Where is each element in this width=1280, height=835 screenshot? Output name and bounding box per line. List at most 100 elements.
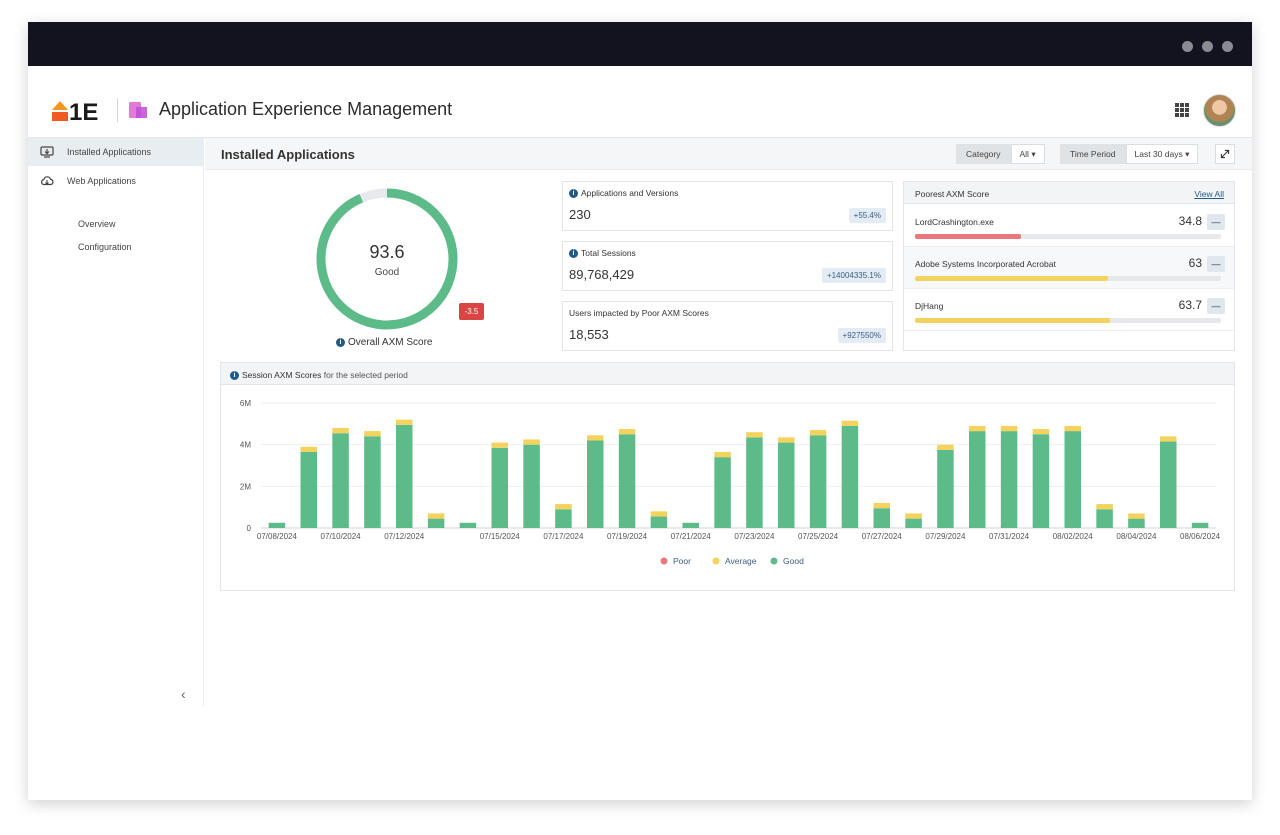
bar-segment-good bbox=[459, 522, 477, 528]
sidebar-item-label: Installed Applications bbox=[67, 147, 152, 157]
sidebar-subitem-configuration[interactable]: Configuration bbox=[78, 242, 132, 252]
chevron-down-icon: ▾ bbox=[1185, 149, 1190, 159]
view-all-link[interactable]: View All bbox=[1194, 189, 1224, 199]
x-tick-label: 08/04/2024 bbox=[1116, 532, 1157, 541]
overall-score-caption: i Overall AXM Score bbox=[336, 337, 432, 348]
page-toolbar: Installed Applications Category All ▾ Tim… bbox=[205, 138, 1252, 170]
x-tick-label: 07/21/2024 bbox=[671, 532, 712, 541]
bar-segment-average bbox=[969, 425, 986, 432]
x-tick-label: 07/19/2024 bbox=[607, 532, 648, 541]
sidebar-subitem-overview[interactable]: Overview bbox=[78, 219, 116, 229]
bar-segment-good bbox=[937, 449, 954, 528]
bar-segment-good bbox=[1032, 434, 1050, 528]
bar-segment-average bbox=[1032, 429, 1050, 435]
bar-segment-average bbox=[650, 511, 668, 517]
page-title: Installed Applications bbox=[221, 147, 355, 162]
info-icon[interactable]: i bbox=[569, 189, 578, 199]
info-icon[interactable]: i bbox=[230, 371, 239, 381]
poorest-panel-title: Poorest AXM Score bbox=[915, 189, 990, 199]
bar-segment-average bbox=[1000, 425, 1018, 432]
app-launcher-grid-icon[interactable] bbox=[1175, 103, 1189, 117]
bar-segment-average bbox=[523, 439, 540, 445]
x-tick-label: 07/31/2024 bbox=[989, 532, 1030, 541]
1e-logo[interactable]: 1E bbox=[52, 98, 108, 122]
stat-card-total-sessions: i Total Sessions 89,768,429 +14004335.1% bbox=[562, 241, 893, 291]
bar-segment-average bbox=[841, 420, 859, 426]
collapse-sidebar-chevron-icon[interactable]: ‹ bbox=[181, 686, 186, 702]
cloud-download-icon bbox=[41, 176, 54, 186]
info-icon[interactable]: i bbox=[336, 337, 345, 347]
bar-segment-average bbox=[1160, 436, 1177, 442]
collapse-row-button[interactable]: — bbox=[1207, 298, 1225, 314]
overall-score-caption-text: Overall AXM Score bbox=[348, 337, 433, 348]
bar-segment-good bbox=[682, 522, 699, 528]
bar-segment-average bbox=[300, 446, 317, 452]
bar-segment-average bbox=[937, 444, 954, 450]
x-tick-label: 08/06/2024 bbox=[1180, 532, 1221, 541]
legend-label-good: Good bbox=[783, 556, 804, 566]
bar-segment-average bbox=[364, 431, 381, 437]
svg-text:1E: 1E bbox=[69, 99, 98, 122]
bar-segment-average bbox=[746, 432, 763, 438]
category-filter[interactable]: Category All ▾ bbox=[956, 144, 1045, 164]
poorest-panel-header: Poorest AXM Score View All bbox=[904, 182, 1234, 204]
score-bar-track bbox=[915, 318, 1221, 323]
bar-segment-good bbox=[1064, 431, 1081, 528]
stat-value: 89,768,429 bbox=[569, 267, 635, 282]
x-tick-label: 07/29/2024 bbox=[925, 532, 966, 541]
chart-header: i Session AXM Scores for the selected per… bbox=[221, 363, 1234, 385]
poorest-row[interactable]: Adobe Systems Incorporated Acrobat 63 — bbox=[904, 247, 1234, 289]
time-period-select-value: Last 30 days bbox=[1134, 149, 1183, 159]
bar-segment-good bbox=[396, 424, 413, 528]
x-tick-label: 07/15/2024 bbox=[480, 532, 521, 541]
app-window: 1E Application Experience Management Ins… bbox=[28, 22, 1252, 800]
user-avatar[interactable] bbox=[1203, 94, 1236, 127]
sidebar: Installed Applications Web Applications … bbox=[28, 138, 204, 706]
sidebar-item-web-applications[interactable]: Web Applications bbox=[28, 167, 204, 195]
time-period-filter[interactable]: Time Period Last 30 days ▾ bbox=[1060, 144, 1199, 164]
poorest-row[interactable]: DjHang 63.7 — bbox=[904, 289, 1234, 331]
legend-label-average: Average bbox=[725, 556, 757, 566]
stat-title-text: Applications and Versions bbox=[581, 188, 679, 198]
poorest-row[interactable]: LordCrashington.exe 34.8 — bbox=[904, 205, 1234, 247]
score-bar-track bbox=[915, 276, 1221, 281]
stat-title-text: Total Sessions bbox=[581, 248, 636, 258]
x-tick-label: 07/08/2024 bbox=[257, 532, 298, 541]
score-delta-badge: -3.5 bbox=[459, 303, 484, 320]
stat-delta-badge: +927550% bbox=[837, 328, 886, 343]
stat-delta-badge: +55.4% bbox=[848, 208, 886, 223]
bar-segment-average bbox=[809, 430, 827, 436]
bar-segment-good bbox=[427, 518, 445, 528]
expand-icon[interactable] bbox=[1215, 144, 1235, 164]
y-tick-label: 2M bbox=[240, 482, 251, 491]
overall-score-gauge: 93.6 Good bbox=[312, 184, 462, 334]
overall-score-rating: Good bbox=[374, 267, 400, 278]
window-dot-3[interactable] bbox=[1222, 41, 1233, 52]
category-select[interactable]: All ▾ bbox=[1010, 144, 1045, 164]
time-period-filter-label: Time Period bbox=[1060, 144, 1126, 164]
bar-segment-average bbox=[714, 451, 731, 458]
window-titlebar bbox=[28, 22, 1252, 66]
app-header: 1E Application Experience Management bbox=[28, 66, 1252, 138]
chart-title-rest: for the selected period bbox=[321, 370, 408, 380]
bar-segment-good bbox=[1128, 518, 1145, 528]
sidebar-item-installed-applications[interactable]: Installed Applications bbox=[28, 138, 204, 166]
collapse-row-button[interactable]: — bbox=[1207, 256, 1225, 272]
bar-segment-good bbox=[332, 433, 349, 528]
stat-title: Users impacted by Poor AXM Scores bbox=[569, 308, 709, 318]
window-dot-2[interactable] bbox=[1202, 41, 1213, 52]
app-title: Application Experience Management bbox=[159, 99, 453, 119]
time-period-select[interactable]: Last 30 days ▾ bbox=[1125, 144, 1199, 164]
collapse-row-button[interactable]: — bbox=[1207, 214, 1225, 230]
poorest-app-score: 63 bbox=[1188, 256, 1202, 270]
bar-segment-average bbox=[1128, 513, 1145, 519]
x-tick-label: 08/02/2024 bbox=[1053, 532, 1094, 541]
stat-title-text: Users impacted by Poor AXM Scores bbox=[569, 308, 709, 318]
x-tick-label: 07/27/2024 bbox=[862, 532, 903, 541]
header-divider bbox=[117, 98, 118, 122]
info-icon[interactable]: i bbox=[569, 249, 578, 259]
bar-segment-good bbox=[969, 431, 986, 528]
bar-segment-average bbox=[618, 429, 636, 435]
poorest-app-name: LordCrashington.exe bbox=[915, 217, 994, 227]
window-dot-1[interactable] bbox=[1182, 41, 1193, 52]
